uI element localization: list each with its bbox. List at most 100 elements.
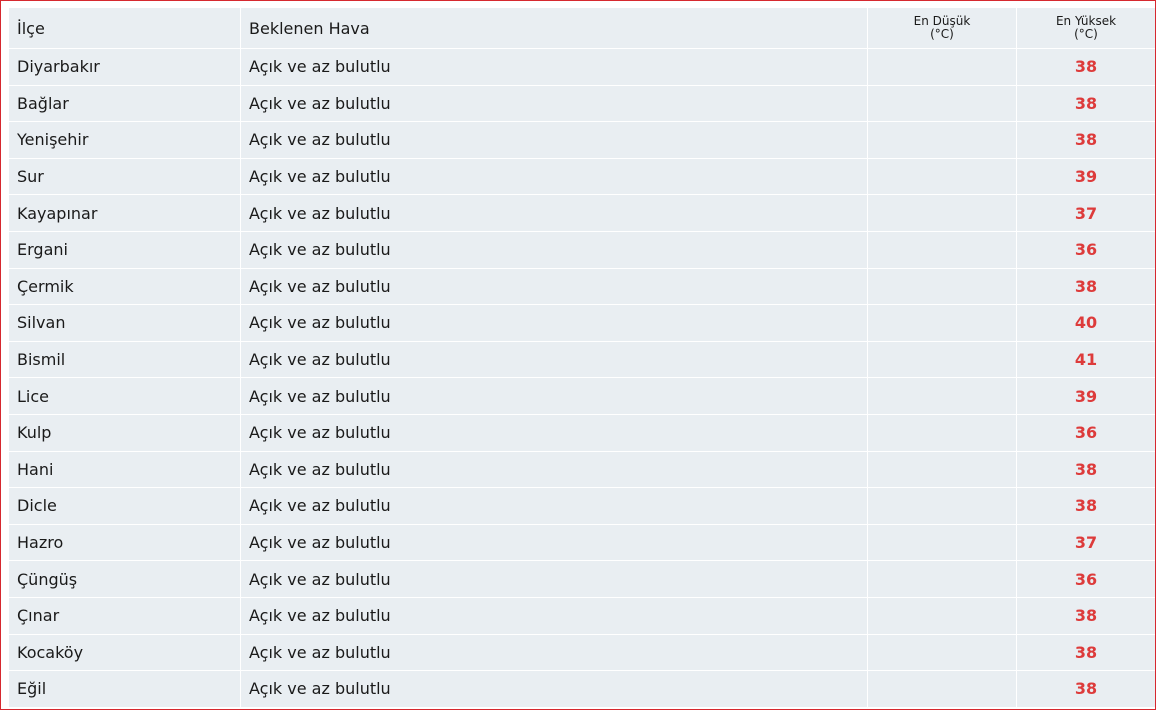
min-temp-cell [868,378,1017,415]
table-row: Kulp Açık ve az bulutlu 36 [9,414,1155,452]
min-temp-cell [868,488,1017,525]
table-row: Eğil Açık ve az bulutlu 38 [9,671,1155,708]
district-cell: Kocaköy [9,634,241,672]
max-temp-cell: 37 [1017,524,1155,562]
district-cell: Bağlar [9,85,241,123]
min-temp-cell [868,85,1017,123]
min-temp-cell [868,341,1017,379]
district-weather-table: İlçe Beklenen Hava En Düşük (°C) En Yüks… [9,8,1155,708]
table-row: Ergani Açık ve az bulutlu 36 [9,231,1155,269]
max-temp-cell: 36 [1017,231,1155,269]
table-row: Çüngüş Açık ve az bulutlu 36 [9,561,1155,598]
district-cell: Dicle [9,488,241,525]
table-row: Çınar Açık ve az bulutlu 38 [9,597,1155,635]
weather-table-frame: İlçe Beklenen Hava En Düşük (°C) En Yüks… [0,0,1156,710]
max-temp-cell: 41 [1017,341,1155,379]
table-row: Diyarbakır Açık ve az bulutlu 38 [9,49,1155,86]
table-row: Bismil Açık ve az bulutlu 41 [9,341,1155,379]
weather-cell: Açık ve az bulutlu [241,414,868,452]
weather-cell: Açık ve az bulutlu [241,597,868,635]
min-temp-cell [868,49,1017,86]
table-row: Yenişehir Açık ve az bulutlu 38 [9,122,1155,159]
max-temp-cell: 39 [1017,378,1155,415]
weather-cell: Açık ve az bulutlu [241,195,868,232]
weather-cell: Açık ve az bulutlu [241,341,868,379]
weather-cell: Açık ve az bulutlu [241,634,868,672]
header-max-temp: En Yüksek (°C) [1017,8,1155,49]
table-row: Dicle Açık ve az bulutlu 38 [9,488,1155,525]
weather-cell: Açık ve az bulutlu [241,85,868,123]
max-temp-cell: 38 [1017,634,1155,672]
max-temp-cell: 38 [1017,597,1155,635]
min-temp-cell [868,634,1017,672]
max-temp-cell: 38 [1017,85,1155,123]
weather-cell: Açık ve az bulutlu [241,561,868,598]
max-temp-cell: 38 [1017,268,1155,306]
weather-cell: Açık ve az bulutlu [241,49,868,86]
header-weather: Beklenen Hava [241,8,868,49]
header-district: İlçe [9,8,241,49]
min-temp-cell [868,305,1017,342]
weather-cell: Açık ve az bulutlu [241,488,868,525]
min-temp-cell [868,451,1017,489]
table-body: Diyarbakır Açık ve az bulutlu 38 Bağlar Açı… [9,49,1155,708]
header-min-temp: En Düşük (°C) [868,8,1017,49]
district-cell: Ergani [9,231,241,269]
district-cell: Kulp [9,414,241,452]
min-temp-cell [868,524,1017,562]
max-temp-cell: 38 [1017,671,1155,708]
max-temp-cell: 37 [1017,195,1155,232]
min-temp-cell [868,231,1017,269]
min-temp-cell [868,561,1017,598]
min-temp-cell [868,597,1017,635]
district-cell: Hazro [9,524,241,562]
min-temp-cell [868,671,1017,708]
max-temp-cell: 39 [1017,158,1155,196]
weather-cell: Açık ve az bulutlu [241,451,868,489]
table-row: Çermik Açık ve az bulutlu 38 [9,268,1155,306]
table-header-row: İlçe Beklenen Hava En Düşük (°C) En Yüks… [9,8,1155,49]
district-cell: Silvan [9,305,241,342]
header-min-unit: (°C) [930,27,954,41]
weather-cell: Açık ve az bulutlu [241,671,868,708]
district-cell: Çüngüş [9,561,241,598]
max-temp-cell: 38 [1017,122,1155,159]
min-temp-cell [868,122,1017,159]
table-row: Hazro Açık ve az bulutlu 37 [9,524,1155,562]
max-temp-cell: 40 [1017,305,1155,342]
table-row: Sur Açık ve az bulutlu 39 [9,158,1155,196]
table-row: Kocaköy Açık ve az bulutlu 38 [9,634,1155,672]
weather-cell: Açık ve az bulutlu [241,305,868,342]
table-row: Bağlar Açık ve az bulutlu 38 [9,85,1155,123]
weather-cell: Açık ve az bulutlu [241,158,868,196]
district-cell: Yenişehir [9,122,241,159]
weather-cell: Açık ve az bulutlu [241,378,868,415]
table-row: Hani Açık ve az bulutlu 38 [9,451,1155,489]
district-cell: Lice [9,378,241,415]
max-temp-cell: 38 [1017,49,1155,86]
min-temp-cell [868,195,1017,232]
weather-cell: Açık ve az bulutlu [241,524,868,562]
weather-cell: Açık ve az bulutlu [241,122,868,159]
district-cell: Çınar [9,597,241,635]
header-max-unit: (°C) [1074,27,1098,41]
table-row: Silvan Açık ve az bulutlu 40 [9,305,1155,342]
table-row: Lice Açık ve az bulutlu 39 [9,378,1155,415]
max-temp-cell: 36 [1017,561,1155,598]
district-cell: Kayapınar [9,195,241,232]
district-cell: Hani [9,451,241,489]
table-row: Kayapınar Açık ve az bulutlu 37 [9,195,1155,232]
district-cell: Diyarbakır [9,49,241,86]
max-temp-cell: 36 [1017,414,1155,452]
district-cell: Çermik [9,268,241,306]
weather-cell: Açık ve az bulutlu [241,268,868,306]
district-cell: Eğil [9,671,241,708]
min-temp-cell [868,268,1017,306]
district-cell: Bismil [9,341,241,379]
district-cell: Sur [9,158,241,196]
weather-cell: Açık ve az bulutlu [241,231,868,269]
max-temp-cell: 38 [1017,488,1155,525]
min-temp-cell [868,414,1017,452]
min-temp-cell [868,158,1017,196]
max-temp-cell: 38 [1017,451,1155,489]
